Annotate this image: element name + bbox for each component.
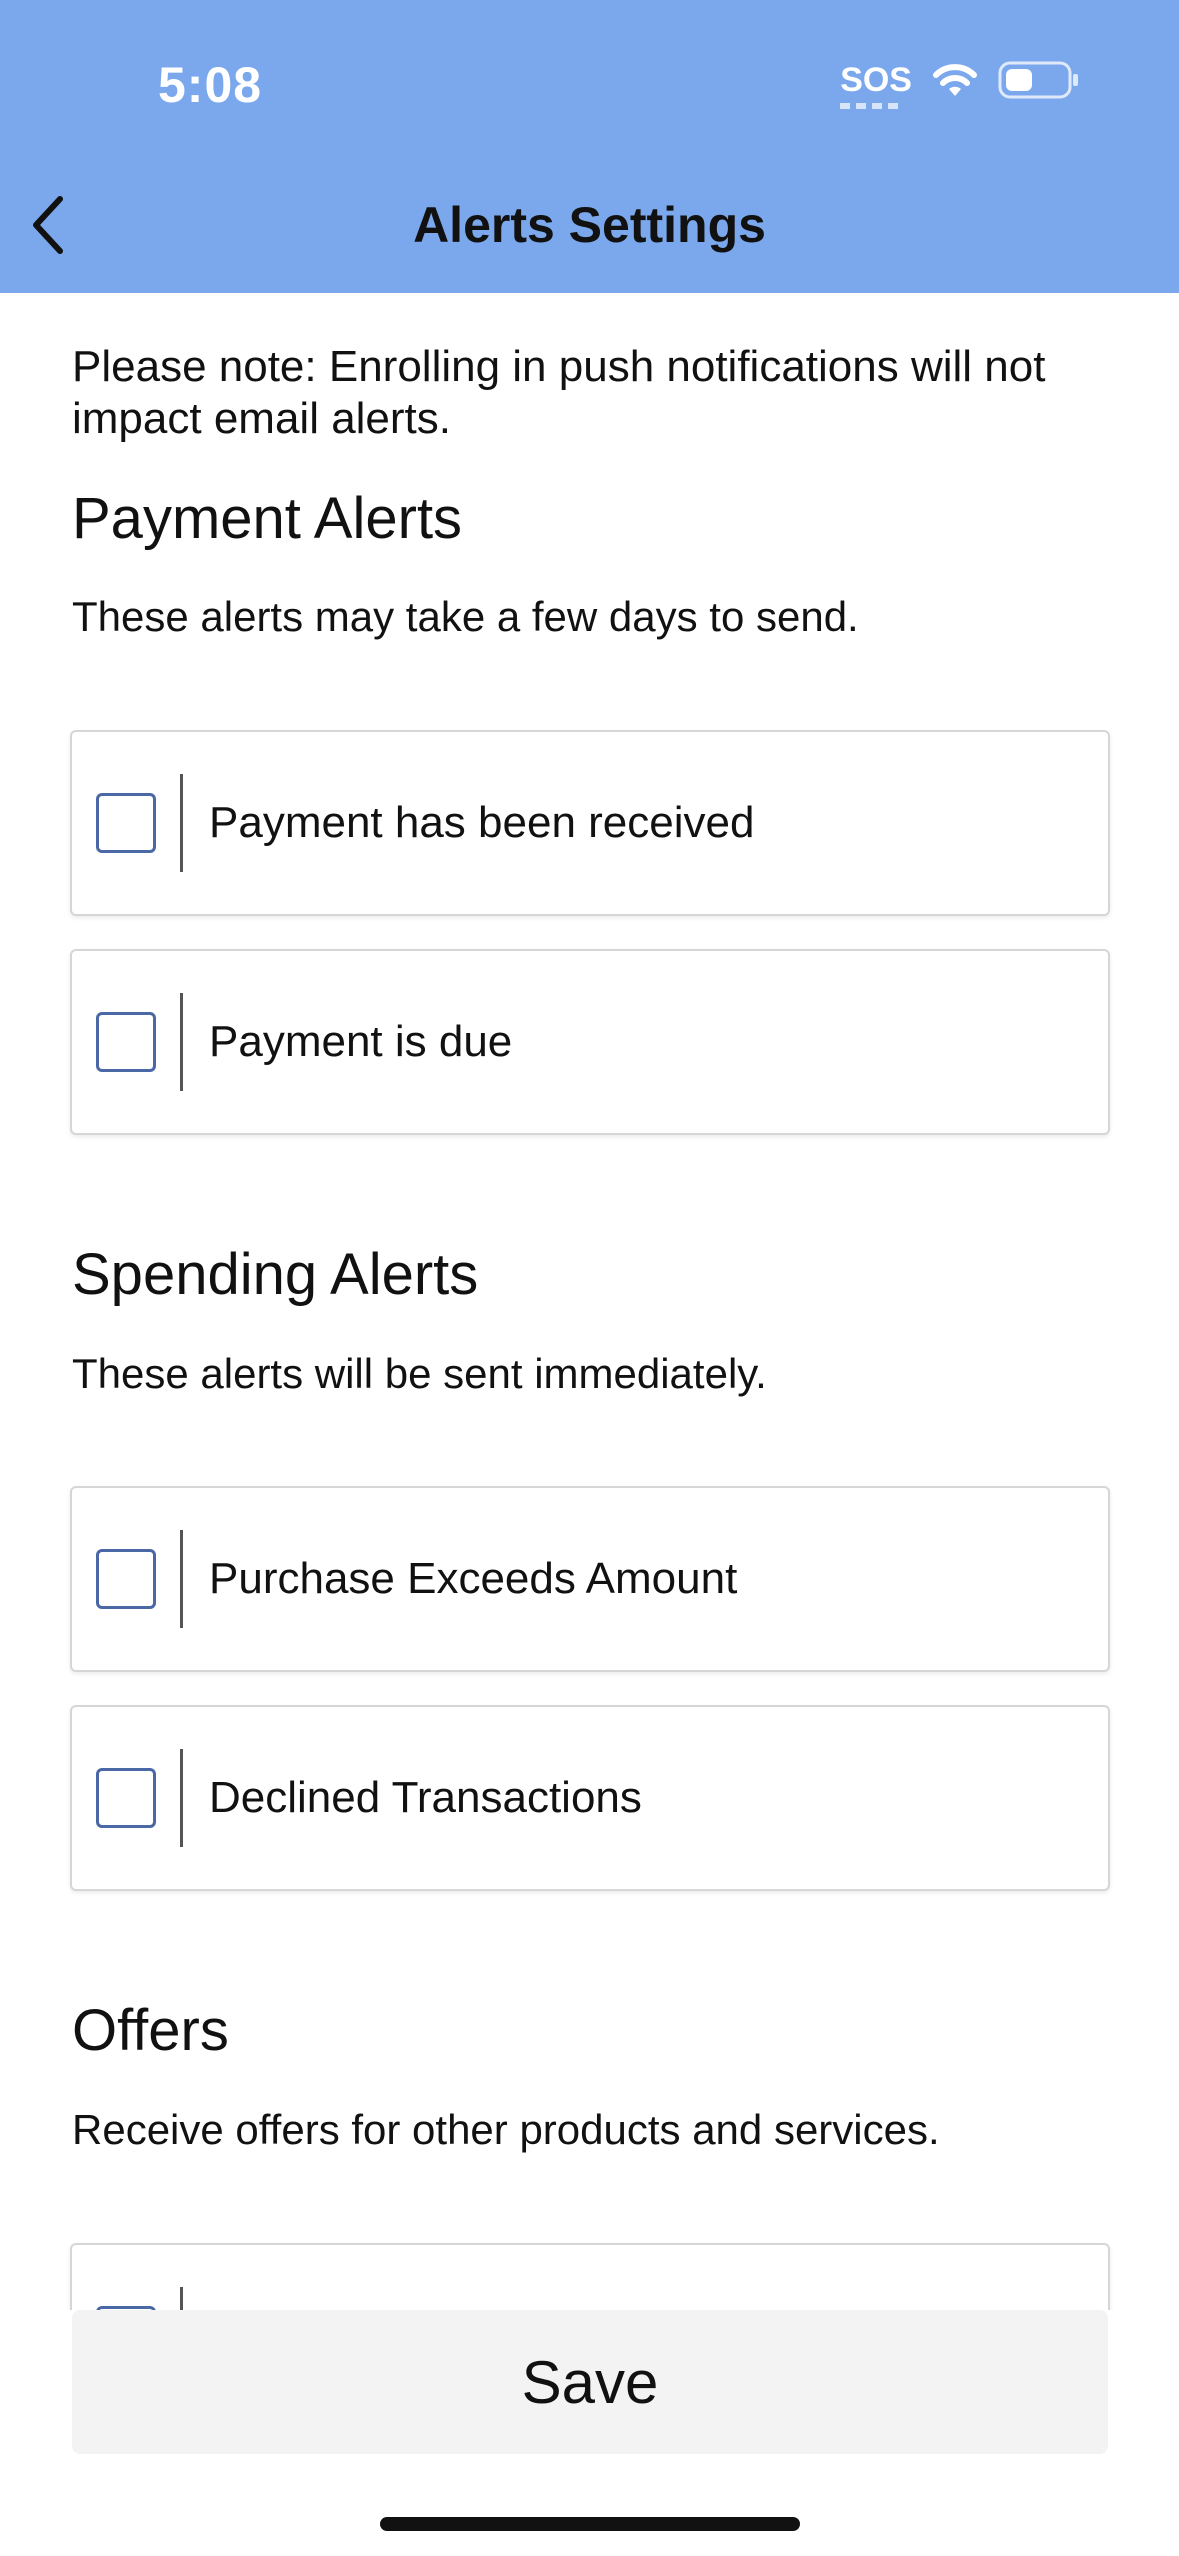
save-button[interactable]: Save [72,2310,1108,2454]
section-desc-spending-alerts: These alerts will be sent immediately. [72,1350,767,1397]
option-payment-received[interactable]: Payment has been received [70,730,1110,916]
divider [180,1749,183,1847]
option-label: Payment is due [209,1017,513,1066]
checkbox[interactable] [96,1768,156,1828]
alerts-settings-screen: 5:08 SOS Alerts Settings Please note: En… [0,0,1179,2556]
status-time: 5:08 [158,57,263,113]
checkbox[interactable] [96,1549,156,1609]
option-payment-due[interactable]: Payment is due [70,949,1110,1135]
option-declined-transactions[interactable]: Declined Transactions [70,1705,1110,1891]
checkbox[interactable] [96,1012,156,1072]
wifi-icon [933,64,977,96]
sos-dots [840,103,901,109]
status-icons: SOS [840,60,1080,109]
divider [180,1530,183,1628]
battery-icon [998,61,1078,99]
section-desc-offers: Receive offers for other products and se… [72,2106,940,2153]
divider [180,774,183,872]
header: 5:08 SOS Alerts Settings [0,0,1179,293]
option-purchase-exceeds-amount[interactable]: Purchase Exceeds Amount [70,1486,1110,1672]
section-title-offers: Offers [72,1998,229,2063]
page-title: Alerts Settings [413,197,766,253]
section-title-spending-alerts: Spending Alerts [72,1242,479,1307]
section-desc-payment-alerts: These alerts may take a few days to send… [72,593,859,640]
option-label: Purchase Exceeds Amount [209,1554,738,1603]
sos-indicator: SOS [840,61,912,109]
option-label: Payment has been received [209,798,755,847]
checkbox[interactable] [96,793,156,853]
option-label: Declined Transactions [209,1773,642,1822]
sos-label: SOS [840,61,912,99]
home-indicator[interactable] [380,2517,800,2531]
divider [180,993,183,1091]
section-title-payment-alerts: Payment Alerts [72,486,463,551]
push-note: Please note: Enrolling in push notificat… [72,342,1046,443]
